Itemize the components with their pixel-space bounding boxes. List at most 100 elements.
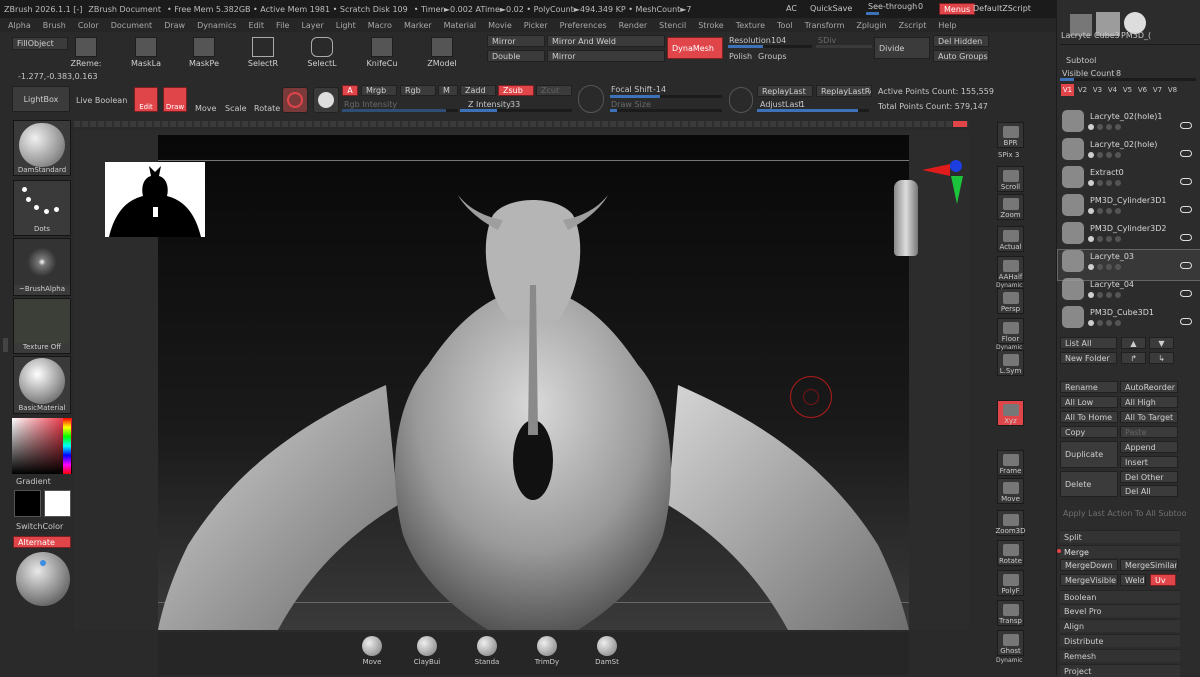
menu-tool[interactable]: Tool [777,21,793,30]
m-button[interactable]: M [438,85,458,96]
menu-alpha[interactable]: Alpha [8,21,31,30]
uv-toggle[interactable]: Uv [1150,574,1176,586]
nav-scroll[interactable]: Scroll [997,166,1024,192]
nav-zoom3d[interactable]: Zoom3D [995,510,1026,536]
menu-color[interactable]: Color [78,21,99,30]
append-button[interactable]: Append [1120,441,1178,453]
poly-frame-icon[interactable] [282,87,308,113]
nav-ghost[interactable]: Ghost [997,630,1024,656]
hue-strip[interactable] [63,418,71,474]
merge-down-button[interactable]: MergeDown [1060,559,1118,571]
adjust-last-slider[interactable] [757,109,869,112]
paste-button[interactable]: Paste [1120,426,1178,438]
version-tab-v7[interactable]: V7 [1151,84,1164,96]
new-folder-button[interactable]: New Folder [1060,352,1117,364]
menu-zplugin[interactable]: Zplugin [856,21,886,30]
menu-picker[interactable]: Picker [524,21,548,30]
toptool-3[interactable]: PM3D_( [1121,31,1151,40]
subtool-toggles[interactable] [1088,180,1121,186]
alternate-button[interactable]: Alternate [13,536,71,548]
draw-button[interactable]: Draw [163,87,187,112]
eye-icon[interactable] [1180,318,1192,325]
lightbox-button[interactable]: LightBox [12,86,70,112]
menu-brush[interactable]: Brush [43,21,66,30]
remesh-section[interactable]: Remesh [1060,649,1180,662]
menu-document[interactable]: Document [111,21,152,30]
apply-last-action-button[interactable]: Apply Last Action To All Subtoo [1063,509,1187,518]
subtool-item[interactable]: PM3D_Cylinder3D2 [1058,222,1200,252]
rotate-mode-button[interactable]: Rotate [254,104,280,113]
eye-icon[interactable] [1180,122,1192,129]
merge-similar-button[interactable]: MergeSimilar [1120,559,1178,571]
nav-polyf[interactable]: PolyF [997,570,1024,596]
eye-icon[interactable] [1180,150,1192,157]
version-tab-v8[interactable]: V8 [1166,84,1179,96]
move-down-icon[interactable]: ↳ [1149,352,1174,364]
sdiv-slider[interactable] [816,45,872,48]
version-tab-v6[interactable]: V6 [1136,84,1149,96]
menu-marker[interactable]: Marker [404,21,432,30]
all-to-home-button[interactable]: All To Home [1060,411,1118,423]
weld-toggle[interactable]: Weld [1120,574,1146,586]
secondary-color-swatch[interactable] [44,490,71,517]
del-all-button[interactable]: Del All [1120,485,1178,497]
distribute-section[interactable]: Distribute [1060,634,1180,647]
subtool-toggles[interactable] [1088,208,1121,214]
menu-light[interactable]: Light [336,21,356,30]
stroke-slot[interactable]: Dots [13,180,71,236]
nav-rotate[interactable]: Rotate [997,540,1024,566]
nav-persp[interactable]: Persp [997,288,1024,314]
eye-icon[interactable] [1180,206,1192,213]
subtool-item[interactable]: Lacryte_03 [1057,249,1200,281]
list-all-button[interactable]: List All [1060,337,1117,349]
shelf-brush-4[interactable]: DamSt [590,634,624,670]
subtool-item[interactable]: Lacryte_02(hole) [1058,138,1200,168]
alpha-slot[interactable]: ~BrushAlpha [13,238,71,296]
scale-mode-button[interactable]: Scale [225,104,247,113]
menu-stencil[interactable]: Stencil [659,21,686,30]
eye-icon[interactable] [1180,290,1192,297]
zsub-button[interactable]: Zsub [498,85,534,96]
subtool-toggles[interactable] [1088,152,1121,158]
subtool-toggles[interactable] [1088,236,1121,242]
focal-shift-slider[interactable] [610,95,722,98]
subtool-item[interactable]: PM3D_Cube3D1 [1058,306,1200,336]
align-section[interactable]: Align [1060,619,1180,632]
see-through-slider[interactable] [866,12,930,15]
mirror-axis-button[interactable]: Mirror [547,50,665,62]
nav-xyz[interactable]: Xyz [997,400,1024,426]
eye-icon[interactable] [1180,234,1192,241]
fillobject-button[interactable]: FillObject [12,37,68,50]
zremesher-tool[interactable]: ZReme: [64,37,108,68]
del-other-button[interactable]: Del Other [1120,471,1178,483]
version-tab-v2[interactable]: V2 [1076,84,1089,96]
visible-count-slider[interactable] [1060,78,1196,81]
rename-button[interactable]: Rename [1060,381,1118,393]
nav-move[interactable]: Move [997,478,1024,504]
rgb-intensity-slider[interactable] [342,109,458,112]
subtool-item[interactable]: Lacryte_04 [1058,278,1200,308]
default-zscript-button[interactable]: DefaultZScript [973,4,1031,13]
material-slot[interactable]: BasicMaterial [13,356,71,414]
primary-color-swatch[interactable] [14,490,41,517]
all-high-button[interactable]: All High [1120,396,1178,408]
subtool-title[interactable]: Subtool [1066,56,1096,65]
selectlasso-tool[interactable]: SelectL [300,37,344,68]
all-low-button[interactable]: All Low [1060,396,1118,408]
duplicate-button[interactable]: Duplicate [1060,441,1118,468]
replay-last-rel-button[interactable]: ReplayLastRel [816,85,872,97]
subtool-item[interactable]: PM3D_Cylinder3D1 [1058,194,1200,224]
subtool-toggles[interactable] [1088,264,1121,270]
nav-bpr[interactable]: BPR [997,122,1024,148]
selectrect-tool[interactable]: SelectR [241,37,285,68]
arrow-down-icon[interactable]: ▼ [1149,337,1174,349]
boolean-section[interactable]: Boolean [1060,590,1180,603]
rgb-button[interactable]: Rgb [400,85,436,96]
menu-macro[interactable]: Macro [368,21,392,30]
switch-color-button[interactable]: SwitchColor [16,522,63,531]
nav-aahalf[interactable]: AAHalf [997,256,1024,282]
brush-slot[interactable]: DamStandard [13,120,71,176]
move-mode-button[interactable]: Move [195,104,216,113]
menu-help[interactable]: Help [938,21,956,30]
groups-button[interactable]: Groups [758,52,787,61]
